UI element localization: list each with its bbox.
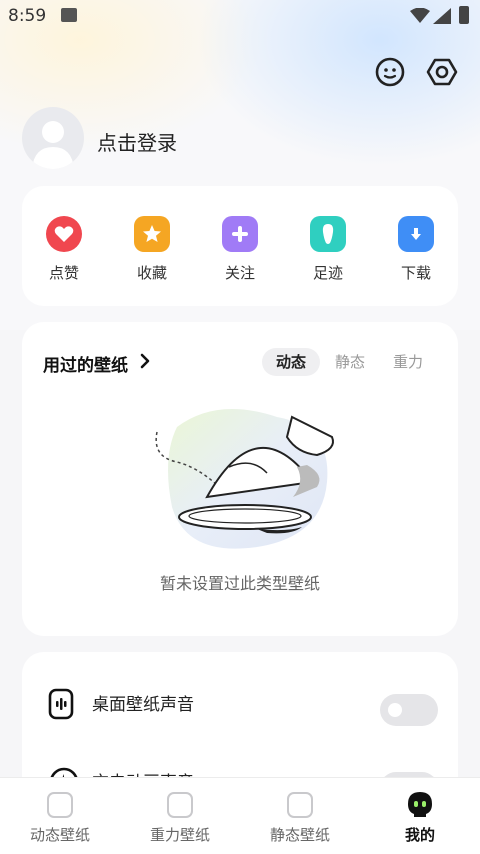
quick-action-favorite[interactable]: 收藏	[122, 216, 182, 283]
used-wallpapers-card: 用过的壁纸 动态 静态 重力 暂未设置过此类型壁纸	[22, 322, 458, 636]
star-icon	[134, 216, 170, 252]
status-bar: 8:59	[0, 0, 480, 32]
quick-action-history[interactable]: 足迹	[298, 216, 358, 283]
nav-label: 动态壁纸	[29, 826, 90, 844]
heart-icon	[46, 216, 82, 252]
avatar[interactable]	[22, 107, 84, 169]
signal-icon	[433, 8, 451, 24]
smile-face-icon[interactable]	[374, 56, 406, 88]
quick-actions-card: 点赞 收藏 关注 足迹 下载	[22, 186, 458, 306]
sound-wave-icon	[48, 688, 74, 720]
used-wallpapers-title[interactable]: 用过的壁纸	[43, 351, 128, 376]
quick-action-download[interactable]: 下载	[386, 216, 446, 283]
nav-gravity-wallpaper[interactable]: 重力壁纸	[120, 778, 240, 854]
quick-action-label: 下载	[400, 264, 431, 282]
desktop-sound-toggle[interactable]	[380, 694, 438, 726]
play-icon	[47, 792, 73, 818]
alien-face-icon	[408, 792, 432, 817]
quick-action-label: 收藏	[136, 264, 167, 282]
nav-mine[interactable]: 我的	[360, 778, 480, 854]
tab-gravity[interactable]: 重力	[380, 348, 436, 376]
nav-label: 静态壁纸	[269, 826, 330, 844]
plus-icon	[222, 216, 258, 252]
image-icon	[287, 792, 313, 818]
download-folder-icon	[398, 216, 434, 252]
quick-action-like[interactable]: 点赞	[34, 216, 94, 283]
empty-state-text: 暂未设置过此类型壁纸	[159, 574, 320, 593]
gallery-notification-icon	[61, 8, 77, 22]
footprint-icon	[310, 216, 346, 252]
quick-action-label: 点赞	[48, 264, 79, 282]
default-avatar-icon	[32, 121, 74, 169]
nav-label: 重力壁纸	[149, 826, 210, 844]
tab-static[interactable]: 静态	[322, 348, 378, 376]
empty-state-illustration	[155, 409, 334, 549]
quick-action-follow[interactable]: 关注	[210, 216, 270, 283]
battery-icon	[459, 6, 469, 24]
nav-label: 我的	[404, 826, 435, 844]
wifi-icon	[410, 8, 430, 23]
settings-gear-icon[interactable]	[426, 56, 458, 88]
nav-dynamic-wallpaper[interactable]: 动态壁纸	[0, 778, 120, 854]
setting-label: 桌面壁纸声音	[92, 695, 194, 715]
tab-dynamic[interactable]: 动态	[262, 348, 320, 376]
gravity-icon	[167, 792, 193, 818]
quick-action-label: 关注	[224, 264, 255, 282]
quick-action-label: 足迹	[312, 264, 343, 282]
setting-row-desktop-sound: 桌面壁纸声音	[22, 674, 458, 730]
nav-static-wallpaper[interactable]: 静态壁纸	[240, 778, 360, 854]
login-button[interactable]: 点击登录	[97, 127, 177, 156]
chevron-right-icon[interactable]	[139, 352, 151, 370]
bottom-navigation: 动态壁纸 重力壁纸 静态壁纸 我的	[0, 777, 480, 854]
status-time: 8:59	[8, 6, 47, 26]
